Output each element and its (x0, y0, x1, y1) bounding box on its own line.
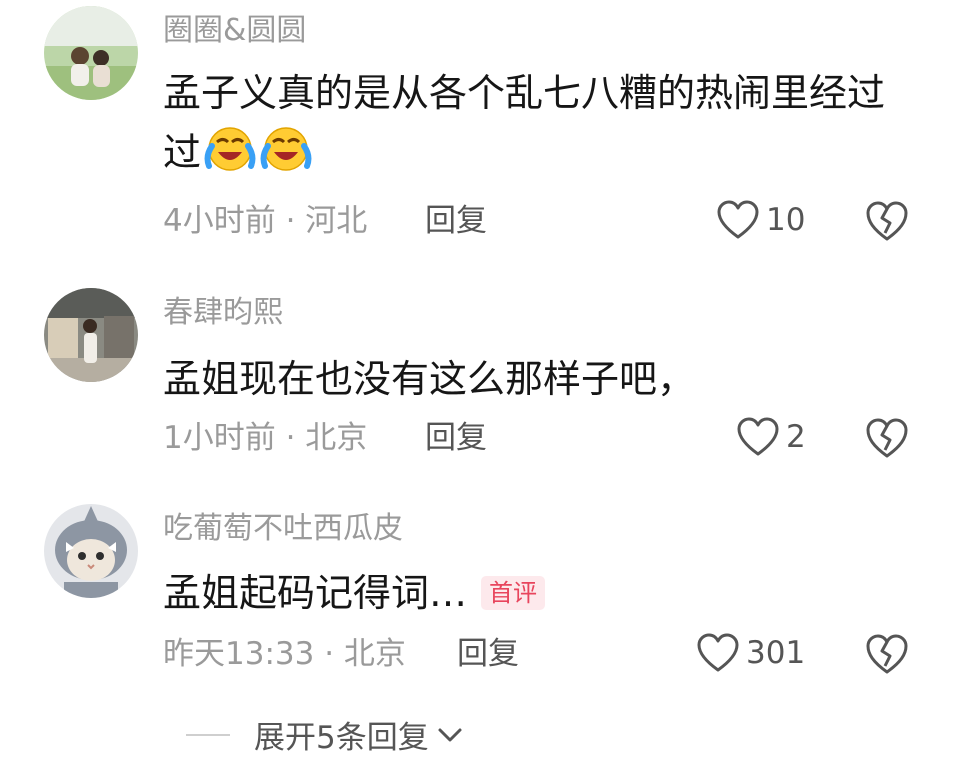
comment-text-body: 孟姐起码记得词… (163, 571, 468, 615)
avatar[interactable] (44, 504, 138, 598)
first-comment-badge: 首评 (481, 575, 546, 610)
comment-item: 吃葡萄不吐西瓜皮 孟姐起码记得词… 首评 昨天13:33 · 北京 回复 301 (0, 0, 960, 690)
chevron-down-icon (438, 728, 462, 741)
divider-line (186, 733, 230, 736)
username[interactable]: 吃葡萄不吐西瓜皮 (163, 514, 403, 544)
expand-replies-button[interactable]: 展开5条回复 (186, 712, 465, 757)
meta-separator: · (314, 636, 344, 672)
expand-replies-label: 展开5条回复 (254, 720, 429, 756)
comment-text: 孟姐起码记得词… 首评 (163, 564, 903, 622)
reply-button[interactable]: 回复 (457, 639, 519, 670)
dislike-button[interactable] (864, 633, 910, 675)
broken-heart-icon (866, 634, 908, 674)
like-button[interactable]: 301 (696, 633, 805, 673)
timestamp: 昨天13:33 (163, 636, 315, 672)
location: 北京 (343, 636, 406, 672)
like-count: 301 (746, 635, 806, 671)
heart-outline-icon (697, 633, 739, 672)
comment-meta: 昨天13:33 · 北京 (163, 639, 406, 670)
